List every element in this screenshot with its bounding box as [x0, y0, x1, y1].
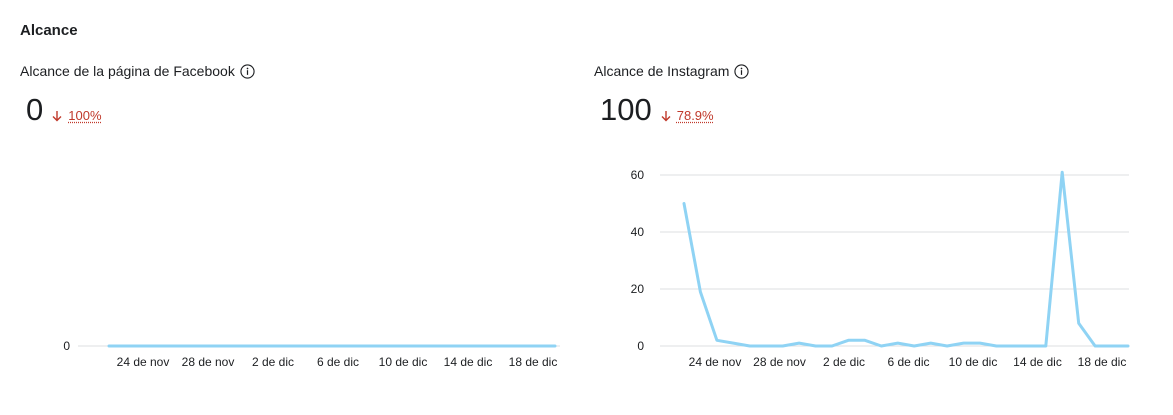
facebook-chart-y-tick-label: 0 — [63, 339, 70, 353]
instagram-chart-y-tick-label: 0 — [637, 339, 644, 353]
instagram-chart-y-tick-label: 20 — [631, 282, 645, 296]
facebook-chart-x-tick-label: 14 de dic — [444, 355, 493, 369]
instagram-chart-x-tick-label: 28 de nov — [753, 355, 806, 369]
instagram-chart-y-tick-label: 40 — [631, 225, 645, 239]
instagram-reach-panel: Alcance de Instagram 100 78.9% 0 20 40 60 24… — [594, 0, 1154, 415]
instagram-chart-x-tick-label: 14 de dic — [1013, 355, 1062, 369]
facebook-chart-x-tick-label: 10 de dic — [379, 355, 428, 369]
instagram-reach-chart: 0 20 40 60 24 de nov 28 de nov 2 de dic 6 de di… — [631, 168, 1130, 369]
facebook-chart-x-tick-label: 18 de dic — [509, 355, 558, 369]
instagram-chart-series-line[interactable] — [682, 170, 1130, 348]
facebook-chart-x-tick-label: 2 de dic — [252, 355, 294, 369]
instagram-chart-x-tick-label: 18 de dic — [1078, 355, 1127, 369]
instagram-chart-y-tick-label: 60 — [631, 168, 645, 182]
instagram-chart-x-tick-label: 2 de dic — [823, 355, 865, 369]
instagram-chart-x-tick-label: 10 de dic — [949, 355, 998, 369]
facebook-chart-x-tick-label: 6 de dic — [317, 355, 359, 369]
facebook-reach-chart: 0 24 de nov 28 de nov 2 de dic 6 de dic 10 de… — [63, 339, 560, 369]
facebook-reach-panel: Alcance de la página de Facebook 0 100% … — [20, 0, 570, 415]
facebook-chart-x-tick-label: 28 de nov — [182, 355, 235, 369]
facebook-chart-x-tick-label: 24 de nov — [117, 355, 170, 369]
instagram-chart-x-tick-label: 6 de dic — [887, 355, 929, 369]
instagram-chart-x-tick-label: 24 de nov — [689, 355, 742, 369]
